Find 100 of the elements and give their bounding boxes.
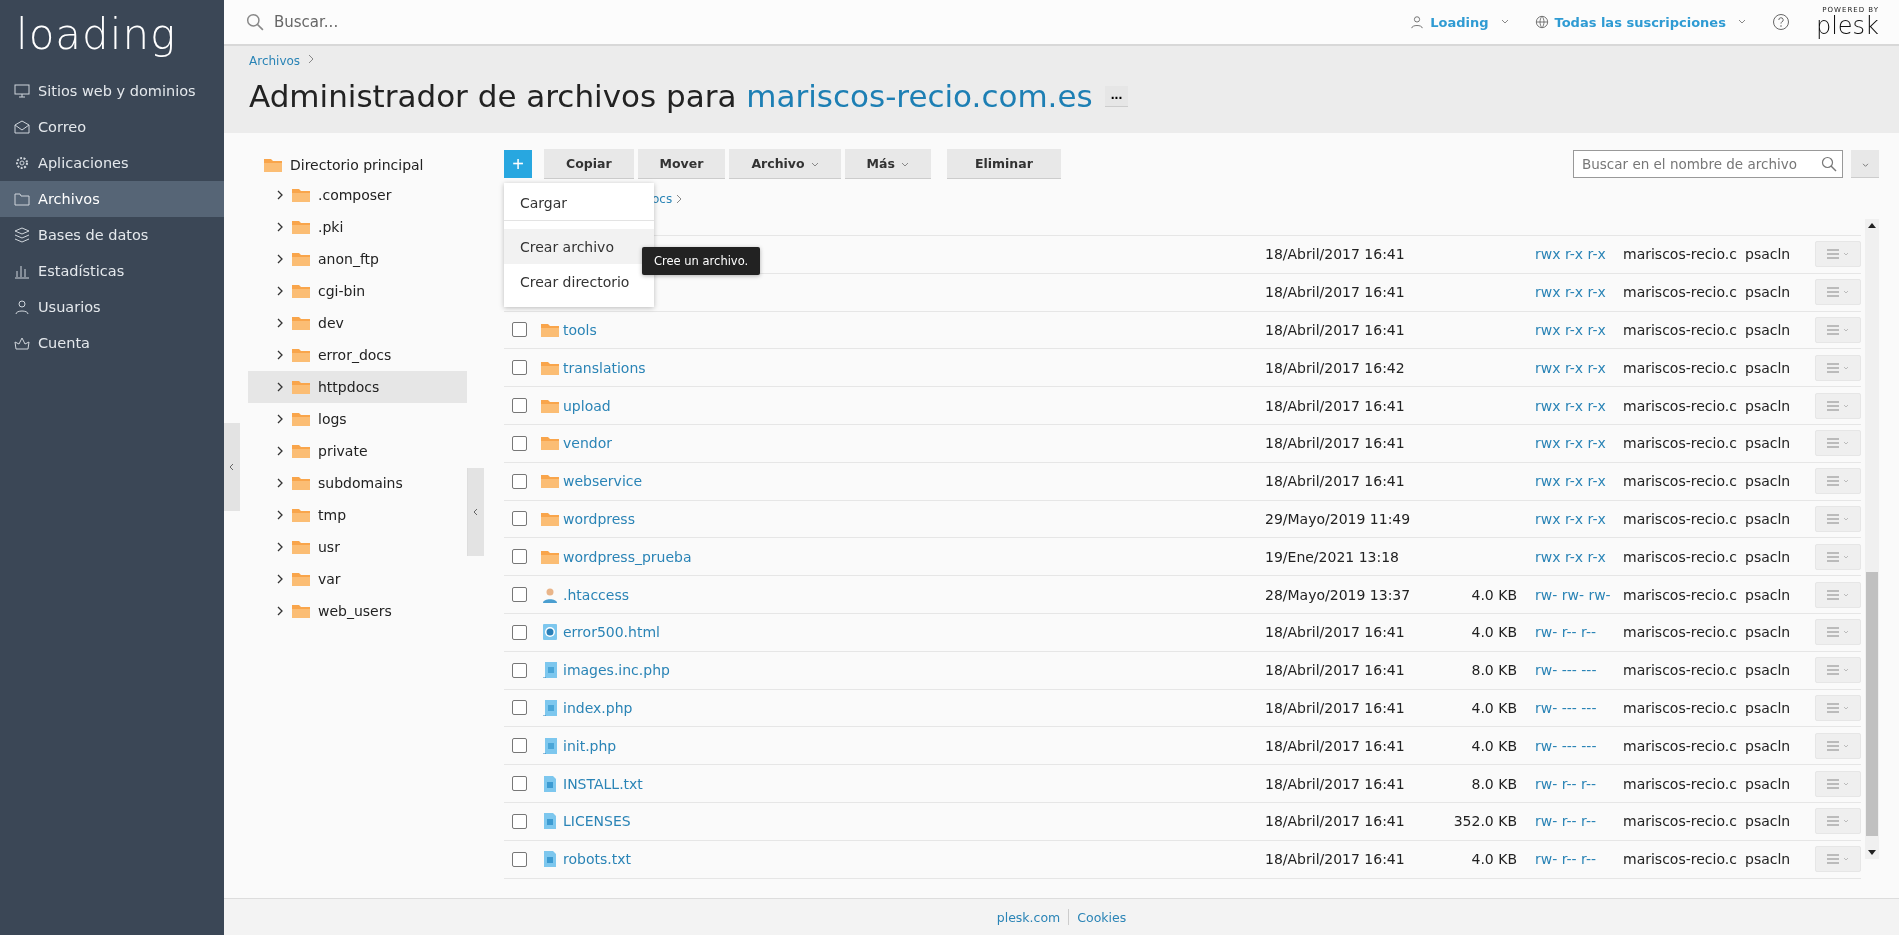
tree-item[interactable]: logs xyxy=(248,403,467,435)
brand-logo[interactable]: plesk xyxy=(1815,13,1879,38)
file-name-link[interactable]: images.inc.php xyxy=(563,662,670,679)
user-menu[interactable]: Loading xyxy=(1410,14,1509,30)
nav-item[interactable]: Usuarios xyxy=(0,289,224,325)
footer-link[interactable]: Cookies xyxy=(1077,909,1127,925)
chevron-icon[interactable] xyxy=(276,318,284,328)
toolbar-button[interactable]: Mover xyxy=(637,149,726,179)
tree-item[interactable]: anon_ftp xyxy=(248,243,467,275)
file-name-link[interactable]: .htaccess xyxy=(563,586,629,603)
chevron-icon[interactable] xyxy=(276,222,284,232)
permissions-link[interactable]: rw- r-- r-- xyxy=(1535,775,1597,792)
permissions-link[interactable]: rwx r-x r-x xyxy=(1535,435,1606,452)
tree-item[interactable]: error_docs xyxy=(248,339,467,371)
chevron-icon[interactable] xyxy=(276,254,284,264)
more-button[interactable]: ... xyxy=(1104,85,1129,107)
menu-item[interactable]: Cargar xyxy=(504,185,654,221)
nav-item[interactable]: Correo xyxy=(0,109,224,145)
collapse-handle[interactable] xyxy=(224,423,240,511)
permissions-link[interactable]: rw- rw- rw- xyxy=(1535,586,1611,603)
search-field[interactable]: Buscar en el nombre de archivo xyxy=(1573,150,1843,178)
tree-item[interactable]: var xyxy=(248,563,467,595)
permissions-link[interactable]: rwx r-x r-x xyxy=(1535,359,1606,376)
file-name-link[interactable]: INSTALL.txt xyxy=(563,775,643,792)
checkbox[interactable] xyxy=(512,587,527,603)
checkbox[interactable] xyxy=(512,473,527,489)
file-name-link[interactable]: upload xyxy=(563,397,611,414)
tree-item[interactable]: dev xyxy=(248,307,467,339)
chevron-icon[interactable] xyxy=(276,414,284,424)
nav-item[interactable]: Archivos xyxy=(0,181,224,217)
checkbox[interactable] xyxy=(512,851,527,867)
chevron-icon[interactable] xyxy=(276,542,284,552)
chevron-icon[interactable] xyxy=(276,478,284,488)
nav-item[interactable]: Aplicaciones xyxy=(0,145,224,181)
scroll-down-icon[interactable] xyxy=(1868,850,1876,855)
chevron-icon[interactable] xyxy=(276,510,284,520)
chevron-icon[interactable] xyxy=(276,350,284,360)
permissions-link[interactable]: rwx r-x r-x xyxy=(1535,246,1606,263)
file-name-link[interactable]: init.php xyxy=(563,737,617,754)
tree-item[interactable]: tmp xyxy=(248,499,467,531)
file-name-link[interactable]: tools xyxy=(563,322,597,338)
tree-item[interactable]: .pki xyxy=(248,211,467,243)
permissions-link[interactable]: rwx r-x r-x xyxy=(1535,397,1606,414)
scroll-up-icon[interactable] xyxy=(1868,223,1876,228)
checkbox[interactable] xyxy=(512,662,527,678)
tree-item[interactable]: httpdocs xyxy=(248,371,467,403)
file-name-link[interactable]: robots.txt xyxy=(563,851,631,868)
permissions-link[interactable]: rw- r-- r-- xyxy=(1535,813,1597,830)
toolbar-button[interactable]: Más xyxy=(844,149,931,179)
checkbox[interactable] xyxy=(512,776,527,792)
chevron-icon[interactable] xyxy=(276,382,284,392)
add-button[interactable]: + xyxy=(504,150,532,178)
checkbox[interactable] xyxy=(512,398,527,414)
permissions-link[interactable]: rwx r-x r-x xyxy=(1535,322,1606,338)
checkbox[interactable] xyxy=(512,700,527,716)
toolbar-button[interactable]: Eliminar xyxy=(946,149,1061,179)
checkbox[interactable] xyxy=(512,360,527,376)
file-name-link[interactable]: LICENSES xyxy=(563,813,631,830)
tree-item[interactable]: usr xyxy=(248,531,467,563)
permissions-link[interactable]: rw- r-- r-- xyxy=(1535,624,1597,641)
file-name-link[interactable]: index.php xyxy=(563,699,633,716)
chevron-icon[interactable] xyxy=(276,446,284,456)
chevron-icon[interactable] xyxy=(276,190,284,200)
toolbar-button[interactable]: Archivo xyxy=(729,149,841,179)
checkbox[interactable] xyxy=(512,322,527,338)
footer-link[interactable]: plesk.com xyxy=(996,909,1061,925)
help-icon[interactable] xyxy=(1771,13,1790,31)
tree-item[interactable]: .composer xyxy=(248,179,467,211)
checkbox[interactable] xyxy=(512,435,527,451)
permissions-link[interactable]: rwx r-x r-x xyxy=(1535,510,1606,527)
permissions-link[interactable]: rw- --- --- xyxy=(1535,699,1597,716)
checkbox[interactable] xyxy=(512,624,527,640)
nav-item[interactable]: Estadísticas xyxy=(0,253,224,289)
checkbox[interactable] xyxy=(512,738,527,754)
permissions-link[interactable]: rwx r-x r-x xyxy=(1535,548,1606,565)
permissions-link[interactable]: rwx r-x r-x xyxy=(1535,284,1606,301)
checkbox[interactable] xyxy=(512,549,527,565)
chevron-icon[interactable] xyxy=(276,574,284,584)
scrollbar[interactable] xyxy=(1865,219,1879,859)
tree-item[interactable]: Directorio principal xyxy=(248,151,467,179)
file-name-link[interactable]: wordpress_prueba xyxy=(563,548,692,565)
file-name-link[interactable]: webservice xyxy=(563,473,643,490)
permissions-link[interactable]: rw- --- --- xyxy=(1535,662,1597,679)
chevron-icon[interactable] xyxy=(276,286,284,296)
file-name-link[interactable]: wordpress xyxy=(563,510,635,527)
nav-item[interactable]: Sitios web y dominios xyxy=(0,73,224,109)
nav-item[interactable]: Bases de datos xyxy=(0,217,224,253)
file-name-link[interactable]: translations xyxy=(563,359,646,376)
toolbar-button[interactable]: Copiar xyxy=(544,149,634,179)
tree-item[interactable]: private xyxy=(248,435,467,467)
subscriptions-menu[interactable]: Todas las suscripciones xyxy=(1534,14,1746,30)
collapse-handle[interactable] xyxy=(467,468,484,556)
chevron-icon[interactable] xyxy=(276,606,284,616)
file-name-link[interactable]: vendor xyxy=(563,435,612,452)
menu-item[interactable]: Crear archivo xyxy=(504,229,654,264)
tree-item[interactable]: cgi-bin xyxy=(248,275,467,307)
nav-item[interactable]: Cuenta xyxy=(0,325,224,361)
checkbox[interactable] xyxy=(512,813,527,829)
breadcrumb-link[interactable]: Archivos xyxy=(249,54,301,68)
checkbox[interactable] xyxy=(512,511,527,527)
